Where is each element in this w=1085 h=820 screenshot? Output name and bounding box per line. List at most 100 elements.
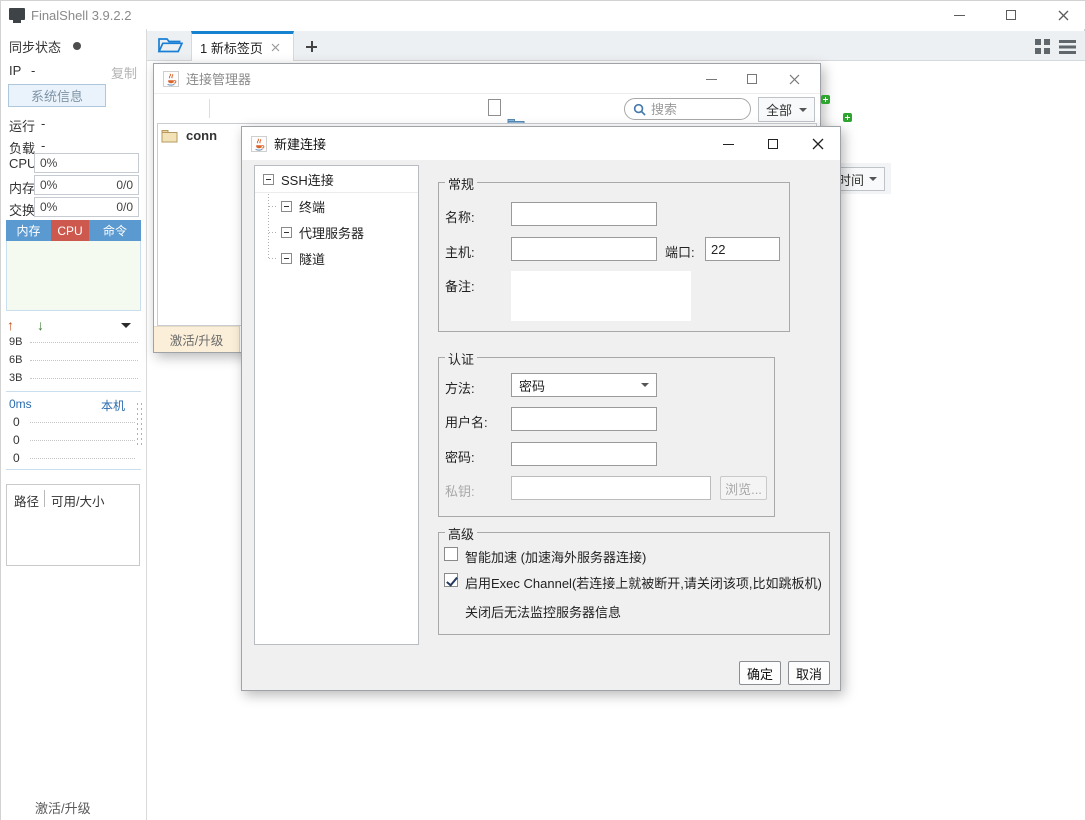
minimize-button[interactable] xyxy=(708,131,748,157)
minimize-icon xyxy=(954,15,965,16)
java-app-icon xyxy=(251,136,267,152)
upload-arrow-icon: ↑ xyxy=(7,317,14,333)
maximize-icon xyxy=(1006,10,1016,20)
minimize-button[interactable] xyxy=(939,2,979,28)
plus-badge-icon xyxy=(821,95,830,104)
maximize-button[interactable] xyxy=(732,66,772,92)
tab-close-icon[interactable] xyxy=(271,43,280,52)
cancel-button[interactable]: 取消 xyxy=(788,661,830,685)
tree-item-label: 隧道 xyxy=(299,249,325,268)
open-folder-icon[interactable] xyxy=(157,35,183,59)
gridline xyxy=(30,378,138,379)
system-info-button[interactable]: 系统信息 xyxy=(8,84,106,107)
method-label: 方法: xyxy=(445,378,475,397)
disk-table: 路径 可用/大小 xyxy=(6,484,140,566)
monitor-panel xyxy=(6,241,141,311)
app-icon xyxy=(9,8,25,20)
activate-upgrade-tab[interactable]: 激活/升级 xyxy=(154,326,240,352)
disk-path-header: 路径 xyxy=(14,491,39,510)
collapse-expander-icon[interactable] xyxy=(281,201,292,212)
close-button[interactable] xyxy=(1043,2,1083,28)
remark-textarea[interactable] xyxy=(511,271,691,321)
filter-dropdown[interactable]: 全部 xyxy=(758,97,815,122)
disk-size-header: 可用/大小 xyxy=(51,491,104,510)
new-tab-button[interactable] xyxy=(306,41,317,52)
smart-accel-checkbox[interactable] xyxy=(444,547,458,561)
connection-folder-item[interactable]: conn xyxy=(161,128,217,143)
tree-item-label: SSH连接 xyxy=(281,170,334,189)
time-sort-label: 时间 xyxy=(838,170,864,189)
file-glyph xyxy=(488,99,501,116)
ok-button[interactable]: 确定 xyxy=(739,661,781,685)
gridline xyxy=(30,440,135,441)
tab-bar: 1 新标签页 xyxy=(147,31,1085,61)
activate-upgrade-link[interactable]: 激活/升级 xyxy=(35,798,91,817)
maximize-button[interactable] xyxy=(991,2,1031,28)
browse-button: 浏览... xyxy=(720,476,767,500)
mem-ratio: 0/0 xyxy=(116,178,133,192)
tree-item-ssh[interactable]: SSH连接 xyxy=(255,166,418,193)
grid-view-icon[interactable] xyxy=(1035,39,1050,54)
auth-method-select[interactable]: 密码 xyxy=(511,373,657,397)
connection-type-tree: SSH连接 终端 代理服务器 隧道 xyxy=(254,165,419,645)
tree-item-label: 终端 xyxy=(299,197,325,216)
tree-connector xyxy=(269,206,278,207)
maximize-icon xyxy=(747,74,757,84)
copy-link[interactable]: 复制 xyxy=(111,63,137,82)
ping-value: 0 xyxy=(13,415,20,429)
search-input[interactable] xyxy=(651,102,742,117)
net-tick: 3B xyxy=(9,372,22,384)
password-label: 密码: xyxy=(445,447,475,466)
collapse-expander-icon[interactable] xyxy=(281,253,292,264)
chevron-down-icon xyxy=(641,383,649,387)
close-button[interactable] xyxy=(798,131,838,157)
collapse-expander-icon[interactable] xyxy=(263,174,274,185)
minimize-button[interactable] xyxy=(691,66,731,92)
close-button[interactable] xyxy=(774,66,814,92)
filter-value: 全部 xyxy=(766,100,792,119)
new-conn-titlebar: 新建连接 xyxy=(242,127,840,160)
tree-item-tunnel[interactable]: 隧道 xyxy=(255,245,418,271)
tab-command[interactable]: 命令 xyxy=(89,220,141,241)
username-label: 用户名: xyxy=(445,412,488,431)
conn-manager-toolbar: 全部 xyxy=(154,94,820,123)
list-menu-icon[interactable] xyxy=(1059,40,1076,54)
maximize-icon xyxy=(768,139,778,149)
tree-connector xyxy=(269,232,278,233)
private-key-label: 私钥: xyxy=(445,481,475,500)
exec-channel-checkbox[interactable] xyxy=(444,573,458,587)
toolbar-separator xyxy=(209,99,210,118)
chevron-down-icon xyxy=(799,108,807,112)
mem-stat-box: 0% 0/0 xyxy=(34,175,139,195)
dialog-title: 连接管理器 xyxy=(186,69,251,88)
smart-accel-label: 智能加速 (加速海外服务器连接) xyxy=(465,547,646,566)
sync-status-dot xyxy=(73,42,81,50)
maximize-button[interactable] xyxy=(753,131,793,157)
name-input[interactable] xyxy=(511,202,657,226)
minimize-icon xyxy=(706,79,717,80)
tree-item-terminal[interactable]: 终端 xyxy=(255,193,418,219)
collapse-expander-icon[interactable] xyxy=(281,227,292,238)
tab-memory[interactable]: 内存 xyxy=(6,220,51,241)
close-icon xyxy=(1058,10,1069,21)
auth-legend: 认证 xyxy=(445,349,477,368)
tree-item-label: 代理服务器 xyxy=(299,223,364,242)
folder-name: conn xyxy=(186,128,217,143)
username-input[interactable] xyxy=(511,407,657,431)
divider xyxy=(6,469,141,470)
conn-manager-titlebar: 连接管理器 xyxy=(154,64,820,94)
network-chart: 9B 6B 3B xyxy=(6,335,141,392)
net-dropdown-icon[interactable] xyxy=(121,323,131,328)
port-input[interactable] xyxy=(705,237,780,261)
tree-item-proxy[interactable]: 代理服务器 xyxy=(255,219,418,245)
net-tick: 9B xyxy=(9,336,22,348)
sidebar: 同步状态 IP - 复制 系统信息 运行 - 负载 - CPU 0% 内存 0%… xyxy=(1,29,147,820)
tab-new-tab-page[interactable]: 1 新标签页 xyxy=(191,31,294,61)
host-input[interactable] xyxy=(511,237,657,261)
close-icon xyxy=(812,138,824,150)
tree-connector xyxy=(269,258,278,259)
minimize-icon xyxy=(723,144,734,145)
password-input[interactable] xyxy=(511,442,657,466)
tab-cpu[interactable]: CPU xyxy=(51,220,89,241)
plus-badge-icon xyxy=(843,113,852,122)
